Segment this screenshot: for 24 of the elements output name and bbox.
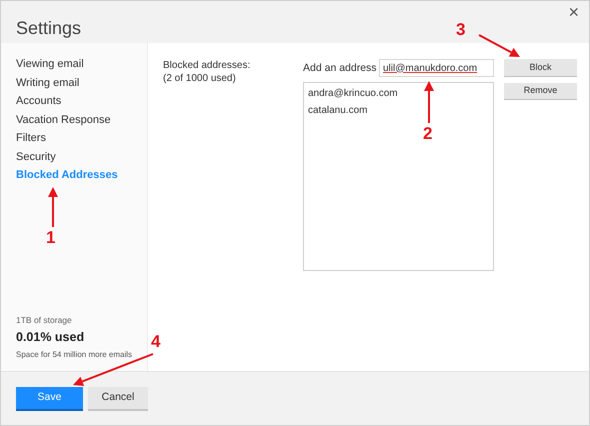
address-item[interactable]: catalanu.com (308, 104, 489, 118)
blocked-count: (2 of 1000 used) (163, 72, 237, 85)
sidebar-item[interactable]: Accounts (16, 94, 143, 108)
cancel-button[interactable]: Cancel (88, 386, 148, 410)
sidebar-item[interactable]: Vacation Response (16, 112, 143, 127)
close-button[interactable]: × (568, 3, 579, 21)
callout-number: 1 (46, 229, 56, 246)
callout-number: 2 (423, 125, 432, 142)
sidebar-item[interactable]: Writing email (16, 76, 143, 90)
block-button[interactable]: Block (504, 59, 577, 77)
remove-button[interactable]: Remove (504, 83, 577, 100)
add-address-label: Add an address (303, 61, 377, 76)
storage-caption: 1TB of storage (16, 314, 73, 326)
storage-used: 0.01% used (16, 329, 86, 346)
callout-number: 3 (456, 21, 466, 38)
blocked-heading: Blocked addresses: (163, 59, 252, 72)
callout-number: 4 (151, 333, 160, 350)
sidebar-item[interactable]: Filters (16, 131, 143, 146)
address-field[interactable]: ulil@manukdoro.com (379, 59, 494, 77)
sidebar-item[interactable]: Viewing email (16, 57, 143, 72)
sidebar-item[interactable]: Security (16, 150, 143, 164)
storage-note: Space for 54 million more emails (16, 349, 132, 361)
address-item[interactable]: andra@krincuo.com (308, 87, 489, 101)
dialog-title: Settings (16, 16, 82, 40)
